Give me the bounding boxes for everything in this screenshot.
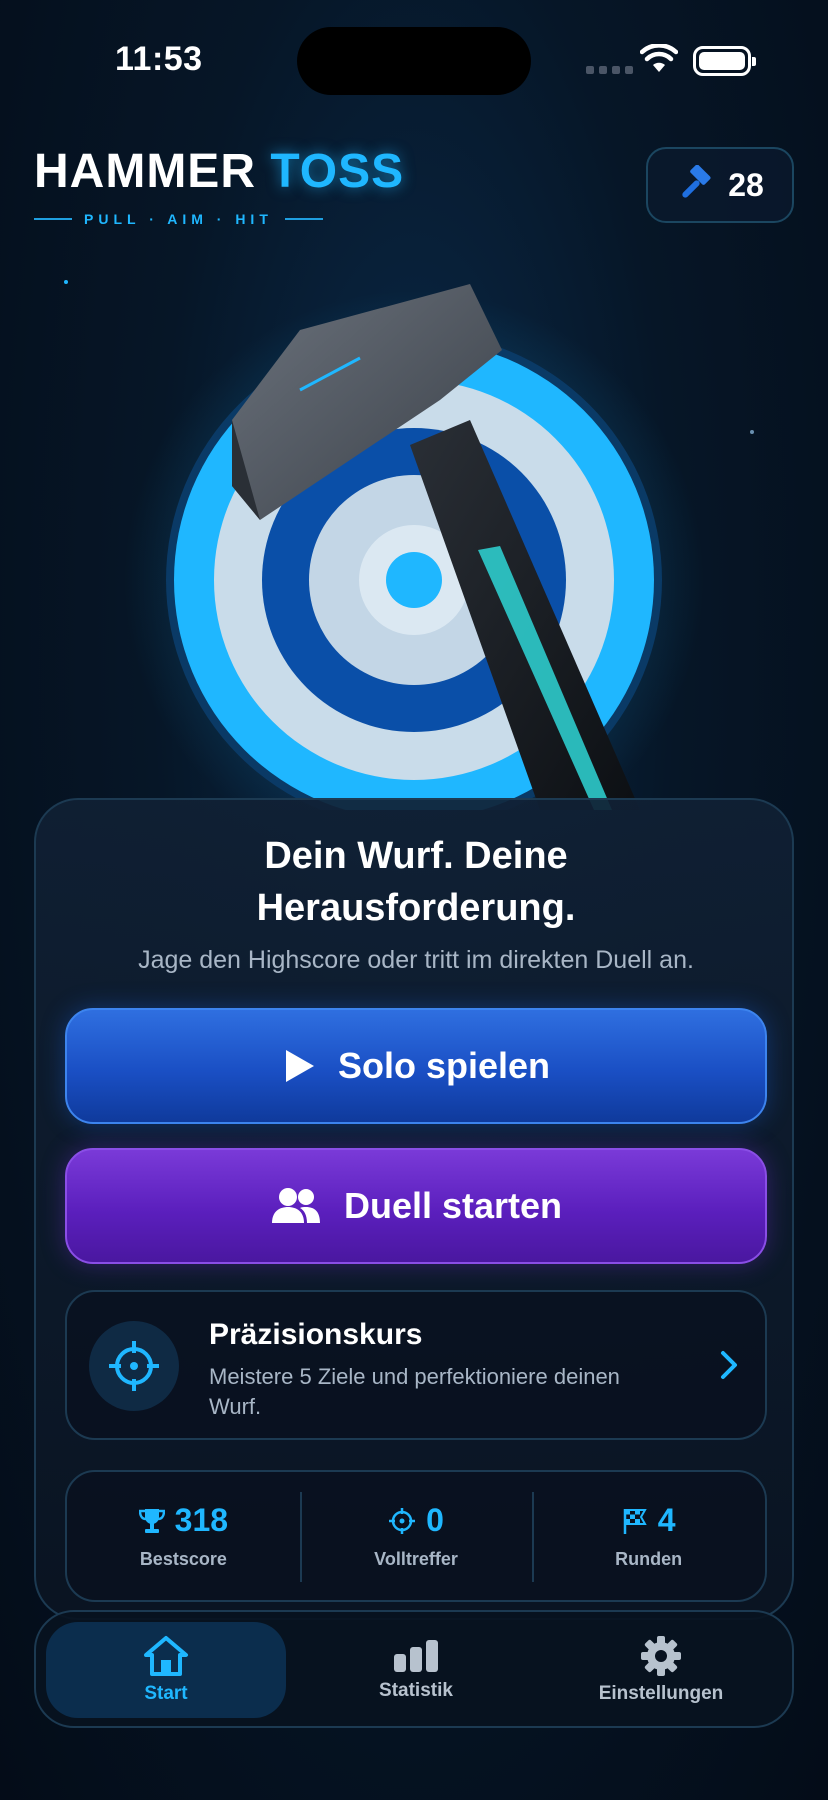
cellular-signal-icon (586, 66, 633, 74)
sparkle-dot (64, 280, 68, 284)
tab-statistics[interactable]: Statistik (296, 1622, 536, 1718)
course-icon-circle (89, 1321, 179, 1411)
solo-play-label: Solo spielen (337, 1045, 551, 1086)
stat-label: Bestscore (139, 1549, 227, 1569)
stat-best-score: 318 Bestscore (67, 1472, 300, 1600)
status-bar: 11:53 (0, 0, 828, 120)
stat-value: 0 (426, 1502, 444, 1538)
hammer-icon (682, 165, 711, 198)
app-title-part1: HAMMER (34, 145, 256, 198)
target-bullseye (386, 552, 442, 608)
course-title: Präzisionskurs (209, 1318, 423, 1351)
tab-start[interactable]: Start (46, 1622, 286, 1718)
main-card: Dein Wurf. Deine Herausforderung. Jage d… (34, 798, 794, 1620)
app-title-part2: TOSS (270, 145, 405, 198)
tagline-divider-left (34, 218, 72, 220)
bottom-tab-bar: Start Statistik Einstellungen (34, 1610, 794, 1728)
tab-settings[interactable]: Einstellungen (536, 1622, 786, 1718)
bar-chart-icon (394, 1640, 438, 1672)
app-tagline: PULL · AIM · HIT (84, 211, 273, 227)
start-duel-button[interactable]: Duell starten (65, 1148, 767, 1264)
headline-line-2: Herausforderung. (256, 887, 576, 929)
crosshair-icon (109, 1341, 159, 1391)
sparkle-dot (750, 430, 754, 434)
wifi-icon (640, 44, 678, 72)
app-title: HAMMER TOSS (34, 144, 404, 199)
headline: Dein Wurf. Deine Herausforderung. (36, 830, 796, 934)
tab-label: Start (144, 1683, 188, 1704)
dynamic-island (297, 27, 531, 95)
stat-value: 4 (657, 1502, 676, 1538)
stat-label: Runden (615, 1549, 683, 1569)
app-tagline-row: PULL · AIM · HIT (34, 211, 404, 227)
tagline-divider-right (284, 218, 323, 220)
crosshair-icon (389, 1507, 416, 1534)
solo-play-button[interactable]: Solo spielen (65, 1008, 767, 1124)
subline: Jage den Highscore oder tritt im direkte… (138, 946, 694, 974)
start-duel-label: Duell starten (343, 1185, 563, 1226)
hammer-count-value: 28 (728, 166, 764, 203)
hero-svg (64, 280, 754, 810)
app-logo: HAMMER TOSS PULL · AIM · HIT (34, 144, 404, 227)
trophy-icon (138, 1508, 165, 1533)
tab-label: Einstellungen (598, 1683, 724, 1704)
gear-icon (641, 1636, 681, 1676)
battery-icon (693, 46, 756, 76)
stat-rounds: 4 Runden (532, 1472, 765, 1600)
chevron-right-icon (721, 1351, 737, 1379)
tab-label: Statistik (379, 1680, 453, 1701)
stats-panel: 318 Bestscore 0 Volltreffer 4 Runden (65, 1470, 767, 1602)
hammer-count-badge[interactable]: 28 (646, 147, 794, 223)
stat-label: Volltreffer (374, 1549, 458, 1569)
precision-course-card[interactable]: Präzisionskurs Meistere 5 Ziele und perf… (65, 1290, 767, 1440)
hero-illustration (0, 250, 828, 810)
status-time: 11:53 (115, 40, 203, 78)
course-description: Meistere 5 Ziele und perfektioniere dein… (209, 1364, 620, 1419)
home-icon (144, 1636, 188, 1676)
stat-bullseyes: 0 Volltreffer (299, 1472, 533, 1600)
stat-value: 318 (174, 1502, 229, 1538)
users-icon (271, 1188, 320, 1223)
headline-line-1: Dein Wurf. Deine (264, 835, 568, 877)
checkered-flag-icon (623, 1508, 647, 1534)
play-icon (285, 1050, 314, 1082)
